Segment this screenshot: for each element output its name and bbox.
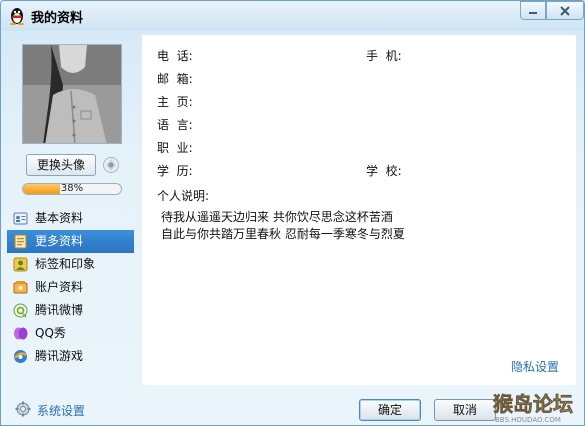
tencent-game-icon (14, 350, 27, 363)
nav-item-weibo[interactable]: 腾讯微博 (7, 299, 134, 322)
id-card-icon (13, 212, 28, 225)
nav-item-more-info[interactable]: 更多资料 (7, 230, 134, 253)
nav-item-tencent-games[interactable]: 腾讯游戏 (7, 345, 134, 368)
qq-penguin-icon (10, 8, 24, 25)
phone-label: 电 话: (157, 49, 193, 63)
nav-item-label: 标签和印象 (35, 257, 96, 271)
avatar-photo (23, 45, 121, 143)
avatar[interactable] (22, 44, 122, 144)
profile-nav: 基本资料 更多资料 标签和印象 账户资料 腾讯微博 QQ秀 腾讯游戏 (7, 207, 134, 368)
minimize-icon (529, 11, 537, 14)
title-bar: 我的资料 (1, 1, 584, 31)
homepage-label: 主 页: (157, 95, 193, 109)
window-title: 我的资料 (31, 11, 84, 26)
occupation-label: 职 业: (157, 141, 193, 155)
nav-item-label: 腾讯游戏 (35, 349, 84, 363)
document-icon (14, 234, 27, 249)
close-button[interactable] (546, 1, 584, 20)
nav-item-label: 更多资料 (35, 234, 84, 248)
mobile-label: 手 机: (366, 49, 402, 63)
camera-icon[interactable] (102, 156, 120, 174)
system-settings-link[interactable]: 系统设置 (37, 402, 85, 419)
description-line-2: 自此与你共踏万里春秋 忍耐每一季寒冬与烈夏 (161, 227, 405, 241)
description-title: 个人说明: (157, 189, 210, 203)
watermark-title: 猴岛论坛 (493, 392, 573, 416)
email-label: 邮 箱: (157, 72, 193, 86)
close-icon (560, 5, 570, 16)
ok-button[interactable]: 确定 (359, 399, 421, 421)
description-line-1: 待我从遥遥天边归来 共你饮尽思念这杯苦酒 (161, 210, 393, 224)
profile-details-panel: 电 话: 手 机: 邮 箱: 主 页: 语 言: 职 业: 学 历: 学 校: … (142, 35, 576, 385)
nav-item-label: 基本资料 (35, 211, 84, 225)
qq-show-icon (14, 327, 28, 340)
gear-icon[interactable] (15, 401, 31, 417)
account-icon (13, 281, 28, 294)
nav-item-tags[interactable]: 标签和印象 (7, 253, 134, 276)
language-label: 语 言: (157, 118, 193, 132)
nav-item-label: 账户资料 (35, 280, 84, 294)
completion-progress-text: 38% (60, 183, 84, 194)
nav-item-basic-info[interactable]: 基本资料 (7, 207, 134, 230)
weibo-icon (13, 303, 28, 318)
minimize-button[interactable] (520, 1, 546, 20)
forum-watermark: 猴岛论坛 BBS.HOUDAO.COM (493, 392, 574, 424)
nav-item-label: 腾讯微博 (35, 303, 84, 317)
profile-window: 我的资料 更换头像 38% 基本资料 更多资料 标签和印象 账户资料 腾讯微博 … (0, 0, 585, 426)
nav-item-label: QQ秀 (35, 326, 66, 340)
description-text: 待我从遥遥天边归来 共你饮尽思念这杯苦酒 自此与你共踏万里春秋 忍耐每一季寒冬与… (161, 209, 405, 243)
watermark-url: BBS.HOUDAO.COM (495, 416, 561, 424)
school-label: 学 校: (366, 164, 402, 178)
education-label: 学 历: (157, 164, 193, 178)
tag-person-icon (13, 257, 28, 272)
change-avatar-button[interactable]: 更换头像 (26, 154, 96, 176)
nav-item-qq-show[interactable]: QQ秀 (7, 322, 134, 345)
cancel-button[interactable]: 取消 (434, 399, 496, 421)
nav-item-account[interactable]: 账户资料 (7, 276, 134, 299)
privacy-settings-link[interactable]: 隐私设置 (511, 358, 559, 375)
